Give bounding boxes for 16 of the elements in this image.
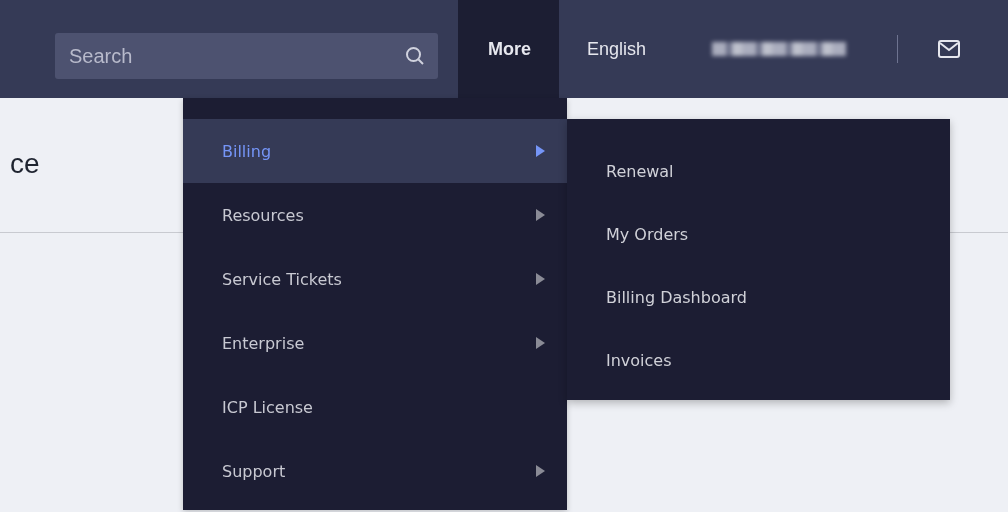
- search-icon[interactable]: [405, 46, 425, 66]
- page-title: ce: [10, 148, 40, 180]
- menu-item[interactable]: Resources: [183, 183, 567, 247]
- nav-link[interactable]: English: [559, 0, 673, 98]
- menu-item[interactable]: Billing: [183, 119, 567, 183]
- nav-link[interactable]: More: [458, 0, 559, 98]
- menu-item[interactable]: ICP License: [183, 375, 567, 439]
- menu-item[interactable]: Service Tickets: [183, 247, 567, 311]
- search-field[interactable]: Search: [55, 33, 438, 79]
- submenu-item[interactable]: Invoices: [567, 329, 950, 392]
- mail-icon[interactable]: [938, 40, 961, 58]
- submenu-item[interactable]: Billing Dashboard: [567, 266, 950, 329]
- menu-item[interactable]: Support: [183, 439, 567, 503]
- menu-item[interactable]: Enterprise: [183, 311, 567, 375]
- submenu-item[interactable]: My Orders: [567, 203, 950, 266]
- submenu-item[interactable]: Renewal: [567, 140, 950, 203]
